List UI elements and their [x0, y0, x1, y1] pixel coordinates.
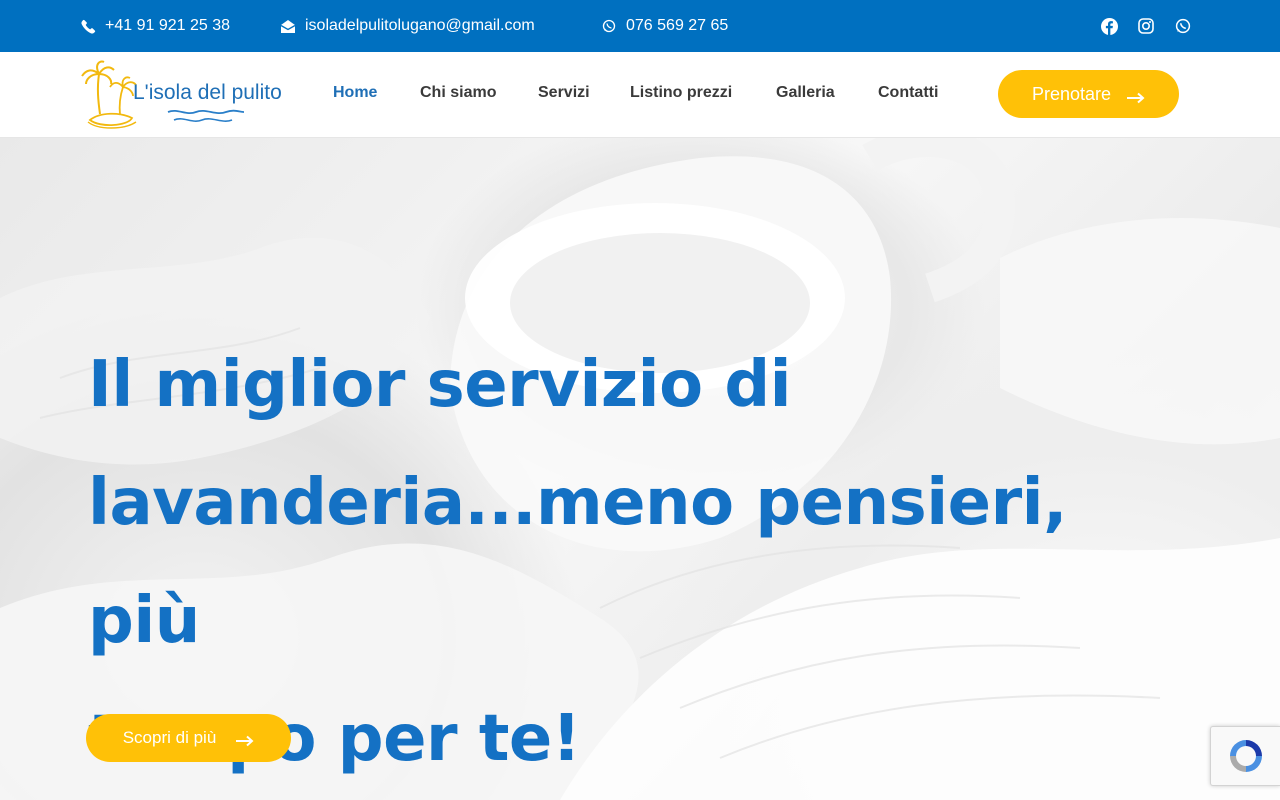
- arrow-right-icon: [236, 732, 254, 747]
- recaptcha-icon: [1229, 740, 1262, 772]
- scopri-label: Scopri di più: [122, 728, 217, 747]
- site-header: L'isola del pulito Home Chi siamo Serviz…: [0, 52, 1280, 138]
- prenotare-button[interactable]: Prenotare: [998, 70, 1179, 118]
- arrow-right-icon: [1127, 88, 1145, 104]
- hero-headline-line-2: lavanderia...meno pensieri, più: [88, 466, 1067, 658]
- nav-contatti[interactable]: Contatti: [878, 84, 938, 102]
- envelope-icon: [280, 18, 296, 34]
- nav-servizi[interactable]: Servizi: [538, 84, 590, 102]
- hero-headline-line-1: Il miglior servizio di: [88, 348, 792, 422]
- instagram-icon[interactable]: [1137, 17, 1155, 35]
- recaptcha-badge[interactable]: [1210, 726, 1280, 786]
- nav-listino-prezzi[interactable]: Listino prezzi: [630, 84, 732, 102]
- email-address: isoladelpulitolugano@gmail.com: [305, 17, 535, 34]
- phone-icon: [80, 18, 96, 34]
- scopri-di-piu-button[interactable]: Scopri di più: [86, 714, 291, 762]
- nav-galleria[interactable]: Galleria: [776, 84, 835, 102]
- whatsapp-contact[interactable]: 076 569 27 65: [601, 0, 728, 52]
- nav-chi-siamo[interactable]: Chi siamo: [420, 84, 496, 102]
- email-contact[interactable]: isoladelpulitolugano@gmail.com: [280, 0, 535, 52]
- logo-text: L'isola del pulito: [133, 81, 282, 104]
- palm-island-logo-icon: [81, 60, 137, 129]
- phone-number: +41 91 921 25 38: [105, 17, 231, 34]
- nav-home[interactable]: Home: [333, 84, 377, 102]
- whatsapp-small-icon: [601, 18, 617, 34]
- waves-icon: [167, 109, 245, 122]
- hero-section: Il miglior servizio di lavanderia...meno…: [0, 138, 1280, 800]
- facebook-icon[interactable]: [1100, 17, 1118, 35]
- prenotare-label: Prenotare: [1031, 83, 1112, 104]
- whatsapp-number: 076 569 27 65: [626, 17, 729, 34]
- whatsapp-icon[interactable]: [1174, 17, 1192, 35]
- top-bar: +41 91 921 25 38 isoladelpulitolugano@gm…: [0, 0, 1280, 52]
- phone-contact[interactable]: +41 91 921 25 38: [80, 0, 230, 52]
